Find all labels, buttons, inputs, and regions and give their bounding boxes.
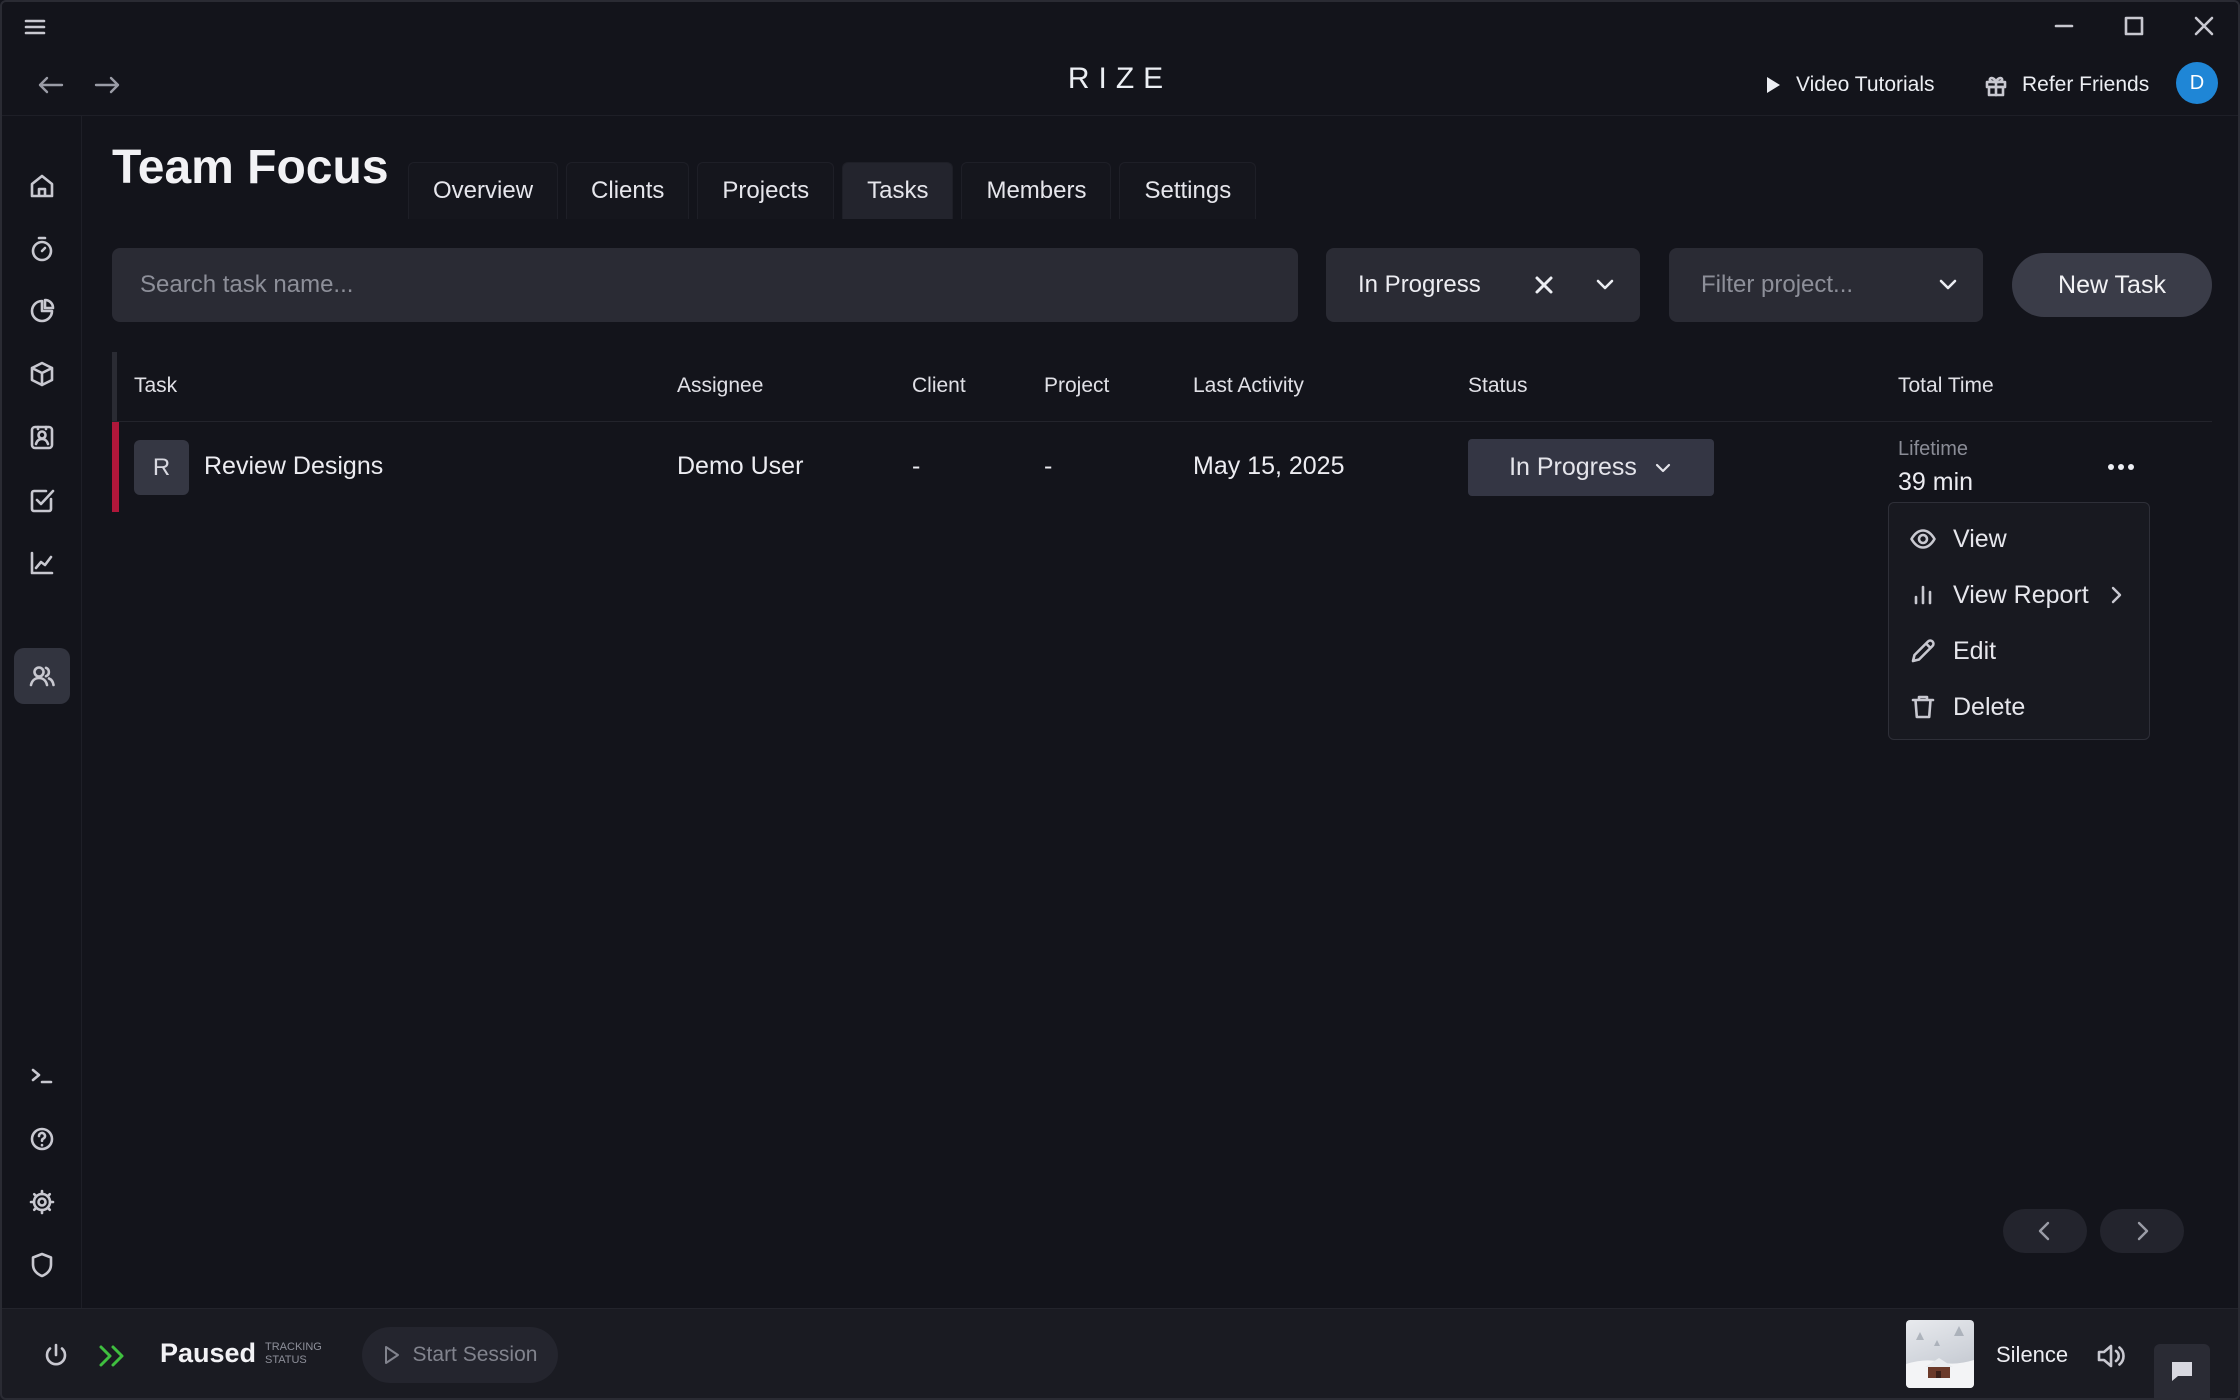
chevron-right-icon	[2105, 584, 2127, 606]
search-field	[112, 248, 1298, 322]
play-icon	[1764, 75, 1782, 95]
task-name[interactable]: Review Designs	[204, 452, 383, 481]
sidebar-cube-icon[interactable]	[14, 346, 70, 402]
tab-clients[interactable]: Clients	[566, 162, 690, 219]
project-filter-placeholder: Filter project...	[1701, 271, 1854, 298]
menu-item-label: View Report	[1953, 580, 2089, 609]
tab-members[interactable]: Members	[961, 162, 1112, 219]
video-tutorials-link[interactable]: Video Tutorials	[1764, 68, 1935, 102]
bar-chart-icon	[1909, 581, 1937, 609]
task-last-activity: May 15, 2025	[1193, 452, 1345, 480]
menu-item-label: Edit	[1953, 636, 1997, 665]
task-status-label: In Progress	[1509, 453, 1637, 481]
column-header-client[interactable]: Client	[912, 374, 966, 398]
sidebar-contact-card-icon[interactable]	[14, 409, 70, 465]
fast-forward-icon	[96, 1340, 130, 1372]
sidebar-checkbox-icon[interactable]	[14, 472, 70, 528]
tracking-caption-line: TRACKING	[265, 1341, 322, 1353]
refer-friends-label: Refer Friends	[2022, 73, 2150, 96]
column-header-assignee[interactable]: Assignee	[677, 374, 763, 398]
pencil-icon	[1909, 637, 1937, 665]
column-header-total-time[interactable]: Total Time	[1898, 374, 1994, 398]
tab-tasks[interactable]: Tasks	[842, 162, 954, 219]
menu-item-view[interactable]: View	[1909, 517, 2007, 561]
start-session-label: Start Session	[412, 1343, 538, 1366]
column-header-task[interactable]: Task	[134, 374, 177, 398]
task-status-dropdown[interactable]: In Progress	[1468, 439, 1714, 496]
task-client: -	[912, 452, 921, 480]
refer-friends-link[interactable]: Refer Friends	[1984, 68, 2149, 102]
menu-item-edit[interactable]: Edit	[1909, 629, 1996, 673]
music-title: Silence	[1996, 1342, 2069, 1367]
menu-item-delete[interactable]: Delete	[1909, 685, 2025, 729]
column-header-project[interactable]: Project	[1044, 374, 1109, 398]
sidebar-terminal-icon[interactable]	[14, 1048, 70, 1104]
trash-icon	[1909, 693, 1937, 721]
maximize-icon[interactable]	[2104, 6, 2164, 46]
video-tutorials-label: Video Tutorials	[1796, 73, 1935, 96]
chat-support-button[interactable]	[2154, 1344, 2210, 1398]
volume-icon[interactable]	[2094, 1340, 2128, 1372]
total-time-value: 39 min	[1898, 468, 1974, 496]
status-filter-value: In Progress	[1358, 271, 1481, 298]
next-page-button[interactable]	[2100, 1209, 2184, 1253]
play-outline-icon	[383, 1345, 401, 1365]
chevron-down-icon	[1653, 458, 1673, 478]
music-cover-image[interactable]	[1906, 1320, 1974, 1388]
tracking-caption-line: STATUS	[265, 1354, 307, 1366]
sidebar-team-icon[interactable]	[14, 648, 70, 704]
total-time-label: Lifetime	[1898, 438, 1969, 460]
hamburger-menu-icon[interactable]	[20, 12, 50, 42]
tab-overview[interactable]: Overview	[408, 162, 559, 219]
minimize-icon[interactable]	[2034, 6, 2094, 46]
column-header-last-activity[interactable]: Last Activity	[1193, 374, 1304, 398]
table-row[interactable]	[112, 422, 2212, 512]
menu-item-label: Delete	[1953, 692, 2026, 721]
power-icon[interactable]	[40, 1340, 72, 1372]
tracking-status-caption: TRACKING STATUS	[265, 1341, 322, 1367]
task-project: -	[1044, 452, 1053, 480]
search-input[interactable]	[112, 248, 1298, 322]
window-titlebar	[0, 0, 2240, 52]
chevron-down-icon	[1592, 272, 1618, 298]
sidebar-home-icon[interactable]	[14, 158, 70, 214]
sidebar-pie-chart-icon[interactable]	[14, 283, 70, 339]
user-avatar[interactable]: D	[2176, 62, 2218, 104]
row-color-accent	[112, 422, 119, 512]
clear-filter-icon[interactable]	[1530, 271, 1558, 299]
menu-item-label: View	[1953, 524, 2007, 553]
chat-bubble-icon	[2169, 1358, 2195, 1384]
tab-bar: Overview Clients Projects Tasks Members …	[408, 162, 1257, 219]
menu-item-view-report[interactable]: View Report	[1909, 573, 2131, 617]
more-options-icon[interactable]	[2100, 450, 2142, 484]
status-filter-select[interactable]: In Progress	[1326, 248, 1640, 322]
sidebar-line-chart-icon[interactable]	[14, 535, 70, 591]
eye-icon	[1909, 525, 1937, 553]
tab-settings[interactable]: Settings	[1119, 162, 1257, 219]
close-icon[interactable]	[2174, 6, 2234, 46]
chevron-right-icon	[2129, 1218, 2155, 1244]
sidebar-timer-icon[interactable]	[14, 221, 70, 277]
new-task-button[interactable]: New Task	[2012, 253, 2212, 317]
task-initial-avatar: R	[134, 440, 189, 495]
row-context-menu: View View Report Edit Delete	[1888, 502, 2150, 740]
chevron-down-icon	[1935, 272, 1961, 298]
page-title: Team Focus	[112, 141, 389, 194]
table-header-marker	[112, 352, 117, 421]
column-header-status[interactable]: Status	[1468, 374, 1528, 398]
task-assignee: Demo User	[677, 452, 804, 480]
project-filter-select[interactable]: Filter project...	[1669, 248, 1983, 322]
sidebar-settings-icon[interactable]	[14, 1174, 70, 1230]
tab-projects[interactable]: Projects	[697, 162, 835, 219]
sidebar-help-icon[interactable]	[14, 1111, 70, 1167]
start-session-button[interactable]: Start Session	[362, 1327, 558, 1383]
previous-page-button[interactable]	[2003, 1209, 2087, 1253]
gift-icon	[1984, 73, 2008, 97]
tracking-status-value: Paused	[160, 1338, 257, 1368]
chevron-left-icon	[2032, 1218, 2058, 1244]
sidebar-shield-icon[interactable]	[14, 1237, 70, 1293]
bottom-status-bar	[0, 1308, 2240, 1400]
